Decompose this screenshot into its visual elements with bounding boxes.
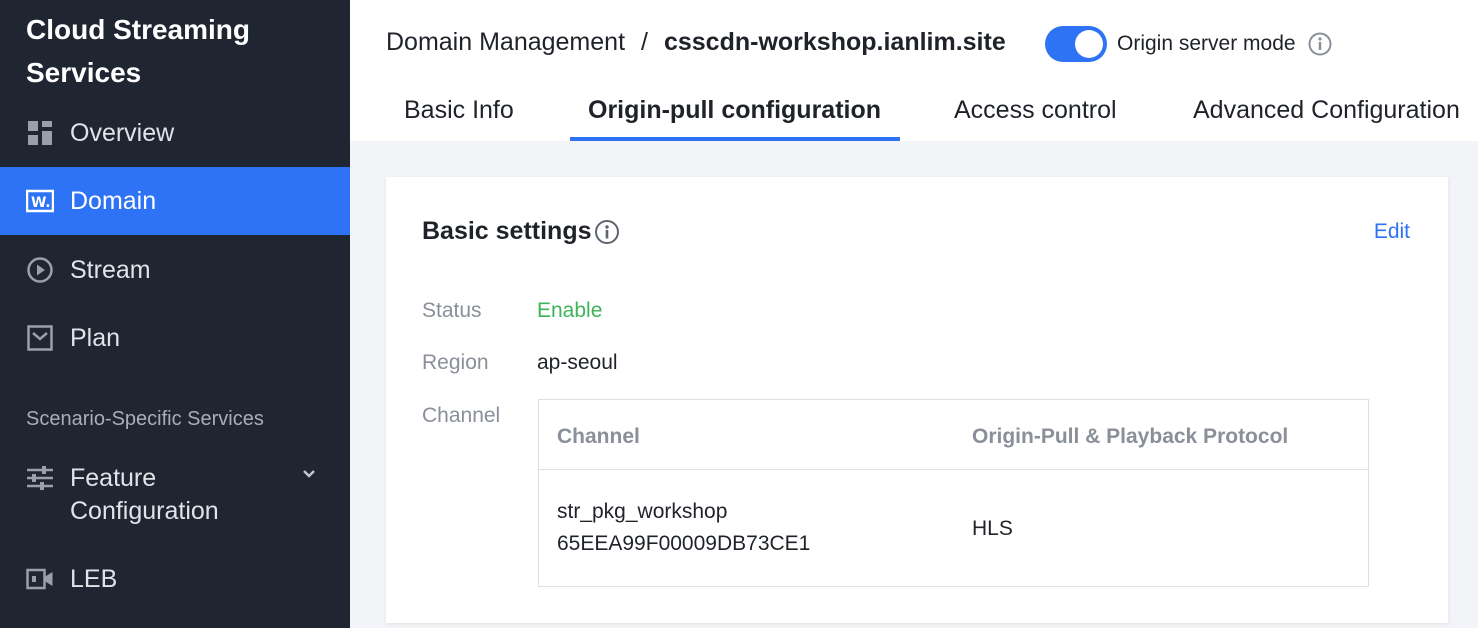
channel-table: Channel Origin-Pull & Playback Protocol … [538, 399, 1369, 587]
sidebar-item-label: Stream [70, 255, 151, 284]
tab-origin-pull-configuration[interactable]: Origin-pull configuration [588, 96, 881, 141]
breadcrumb-separator: / [641, 28, 648, 56]
tab-basic-info[interactable]: Basic Info [404, 96, 514, 141]
feature-configuration-label: Feature Configuration [70, 462, 219, 528]
sidebar-item-leb[interactable]: LEB [0, 545, 350, 613]
column-header-protocol: Origin-Pull & Playback Protocol [972, 425, 1289, 448]
nav-section-title: Scenario-Specific Services [26, 408, 264, 430]
sidebar-item-feature-configuration[interactable]: Feature Configuration [26, 462, 326, 528]
sidebar-item-plan[interactable]: Plan [0, 304, 350, 372]
chevron-down-icon [302, 466, 316, 484]
column-header-channel: Channel [557, 425, 640, 448]
tab-access-control[interactable]: Access control [954, 96, 1117, 141]
status-value: Enable [537, 299, 603, 322]
channel-name: str_pkg_workshop [557, 500, 728, 523]
dashboard-icon [26, 119, 54, 147]
sidebar-item-label: LEB [70, 564, 118, 593]
brand-line-2: Services [26, 57, 142, 88]
origin-server-mode-toggle[interactable] [1045, 26, 1107, 62]
region-label: Region [422, 351, 489, 374]
video-camera-icon [26, 565, 54, 593]
sliders-icon [26, 464, 54, 492]
feature-label-line-1: Feature [70, 464, 157, 492]
channel-label: Channel [422, 404, 501, 427]
page-header: Domain Management / csscdn-workshop.ianl… [350, 0, 1478, 141]
feature-label-line-2: Configuration [70, 497, 219, 525]
card-title-text: Basic settings [422, 217, 592, 245]
tab-advanced-configuration[interactable]: Advanced Configuration [1193, 96, 1460, 141]
region-value: ap-seoul [537, 351, 618, 374]
active-tab-indicator [570, 137, 900, 141]
sidebar-item-overview[interactable]: Overview [0, 99, 350, 167]
play-circle-icon [26, 256, 54, 284]
package-icon [26, 324, 54, 352]
card-title: Basic settings [422, 217, 620, 246]
sidebar-item-label: Plan [70, 323, 121, 352]
info-icon[interactable] [1308, 32, 1332, 61]
domain-icon: W. [26, 187, 54, 215]
basic-settings-card: Basic settings Edit Status Enable Region… [386, 177, 1448, 623]
info-icon[interactable] [594, 219, 620, 245]
brand-line-1: Cloud Streaming [26, 14, 251, 45]
sidebar: Cloud Streaming Services Overview W. Dom… [0, 0, 350, 628]
tab-bar: Basic Info Origin-pull configuration Acc… [350, 96, 1478, 141]
status-label: Status [422, 299, 482, 322]
sidebar-item-label: Overview [70, 118, 175, 147]
protocol-value: HLS [972, 517, 1013, 540]
toggle-knob [1075, 30, 1103, 58]
sidebar-item-label: Domain [70, 186, 157, 215]
breadcrumb-current: csscdn-workshop.ianlim.site [663, 28, 1006, 56]
edit-button[interactable]: Edit [1374, 220, 1410, 244]
breadcrumb: Domain Management / csscdn-workshop.ianl… [386, 28, 1006, 57]
sidebar-item-domain[interactable]: W. Domain [0, 167, 350, 235]
svg-text:W.: W. [31, 195, 51, 211]
channel-id: 65EEA99F00009DB73CE1 [557, 532, 811, 555]
brand-title: Cloud Streaming Services [26, 8, 326, 94]
origin-server-mode-label: Origin server mode [1117, 32, 1296, 55]
sidebar-item-stream[interactable]: Stream [0, 236, 350, 304]
breadcrumb-parent-link[interactable]: Domain Management [386, 28, 625, 57]
table-header: Channel Origin-Pull & Playback Protocol [539, 400, 1368, 470]
